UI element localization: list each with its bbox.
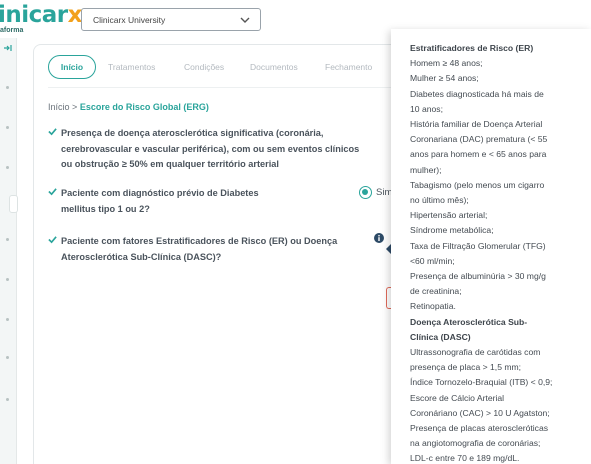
breadcrumb-separator: > <box>72 102 78 112</box>
tooltip-line: Síndrome metabólica; <box>410 225 494 236</box>
tooltip-line: Coronáriano (CAC) > 10 U Agatston; <box>410 407 550 418</box>
sidebar-icon-calendar[interactable] <box>6 278 9 281</box>
tooltip-line: Hipertensão arterial; <box>410 210 488 221</box>
sidebar-icon-home[interactable] <box>6 86 9 89</box>
tooltip-line: Diabetes diagnosticada há mais de <box>410 88 544 99</box>
tooltip-line: mulher); <box>410 164 442 175</box>
tooltip-line: Presença de albuminúria > 30 mg/g <box>410 271 546 282</box>
tooltip-heading: Estratificadores de Risco (ER) <box>410 43 534 53</box>
breadcrumb-root[interactable]: Início <box>48 102 70 112</box>
sidebar-icon-docs[interactable] <box>6 318 9 321</box>
tab-inicio[interactable]: Início <box>48 55 96 79</box>
question-1: Presença de doença aterosclerótica signi… <box>48 126 359 173</box>
sidebar-icon-patients[interactable] <box>6 126 9 129</box>
check-icon <box>48 236 57 244</box>
question-2-line: mellitus tipo 1 ou 2? <box>61 203 150 214</box>
question-2-line: Paciente com diagnóstico prévio de Diabe… <box>61 188 259 198</box>
tab-condicoes[interactable]: Condições <box>184 55 224 79</box>
check-icon <box>48 188 57 196</box>
tooltip-line: Índice Tornozelo-Braquial (ITB) < 0,9; <box>410 377 553 388</box>
main-panel: Início Tratamentos Condições Documentos … <box>33 44 403 464</box>
question-1-line: Presença de doença aterosclerótica signi… <box>61 128 324 138</box>
sidebar-icon-settings[interactable] <box>6 356 9 359</box>
logo-subtitle: aforma <box>0 27 24 34</box>
tooltip-line: Homem ≥ 48 anos; <box>410 58 483 69</box>
left-sidebar <box>0 38 18 464</box>
tab-documentos[interactable]: Documentos <box>250 55 298 79</box>
diabetes-yes-label[interactable]: Sim <box>376 187 392 198</box>
tooltip-line: Escore de Cálcio Arterial <box>410 392 505 403</box>
diabetes-yes-radio[interactable] <box>359 186 372 199</box>
question-3-line: Aterosclerótica Sub-Clínica (DASC)? <box>61 251 222 262</box>
tooltip-line: <60 ml/min; <box>410 255 455 266</box>
sidebar-expand-handle[interactable] <box>9 195 18 213</box>
tooltip-line: Mulher ≥ 54 anos; <box>410 73 479 84</box>
collapse-icon[interactable] <box>3 43 13 53</box>
tabs-divider <box>48 87 403 88</box>
sidebar-icon-reports[interactable] <box>6 238 9 241</box>
question-3: Paciente com fatores Estratificadores de… <box>48 234 337 265</box>
tooltip-line: Retinopatia. <box>410 301 456 312</box>
tooltip-line: LDL-c entre 70 e 189 mg/dL. <box>410 453 520 464</box>
info-icon[interactable] <box>374 233 384 243</box>
question-2: Paciente com diagnóstico prévio de Diabe… <box>48 186 259 217</box>
university-select-value: Clinicarx University <box>93 15 166 25</box>
clinicarx-logo[interactable]: inicarx <box>0 2 82 28</box>
tab-fechamento[interactable]: Fechamento <box>325 55 372 79</box>
tooltip-line: presença de placa > 1,5 mm; <box>410 362 522 373</box>
question-1-line: ou obstrução ≥ 50% em qualquer territóri… <box>61 159 279 169</box>
chevron-down-icon <box>240 17 250 23</box>
check-icon <box>48 128 57 136</box>
tooltip-heading: Doença Aterosclerótica Sub- <box>410 316 528 327</box>
tooltip-line: Taxa de Filtração Glomerular (TFG) <box>410 240 546 251</box>
logo-x: x <box>67 2 83 28</box>
tooltip-line: 10 anos; <box>410 103 443 114</box>
tooltip-line: Presença de placas ateroscleróticas <box>410 423 549 434</box>
risk-factors-tooltip: Estratificadores de Risco (ER) Homem ≥ 48… <box>391 29 591 464</box>
tooltip-line: no último mês); <box>410 195 469 206</box>
sidebar-icon-help[interactable] <box>6 398 9 401</box>
tooltip-line: História familiar de Doença Arterial <box>410 119 543 130</box>
logo-text: inicar <box>0 2 68 28</box>
question-1-line: cerebrovascular e vascular periférica), … <box>61 143 360 154</box>
question-3-line: Paciente com fatores Estratificadores de… <box>61 236 338 246</box>
sidebar-icon-services[interactable] <box>6 166 9 169</box>
breadcrumb: Início > Escore do Risco Global (ERG) <box>48 102 209 112</box>
breadcrumb-current: Escore do Risco Global (ERG) <box>79 102 209 112</box>
university-select[interactable]: Clinicarx University <box>81 8 261 31</box>
tooltip-heading: Clínica (DASC) <box>410 331 471 342</box>
tooltip-line: Coronariana (DAC) prematura (< 55 <box>410 134 548 145</box>
tab-tratamentos[interactable]: Tratamentos <box>108 55 155 79</box>
tooltip-line: Tabagismo (pelo menos um cigarro <box>410 179 545 190</box>
tooltip-line: de creatinina; <box>410 286 462 297</box>
service-tabs: Início Tratamentos Condições Documentos … <box>48 55 408 79</box>
tooltip-line: Ultrassonografia de carótidas com <box>410 347 541 358</box>
tooltip-line: anos para homem e < 65 anos para <box>410 149 547 160</box>
tooltip-line: na angiotomografia de coronárias; <box>410 438 541 449</box>
